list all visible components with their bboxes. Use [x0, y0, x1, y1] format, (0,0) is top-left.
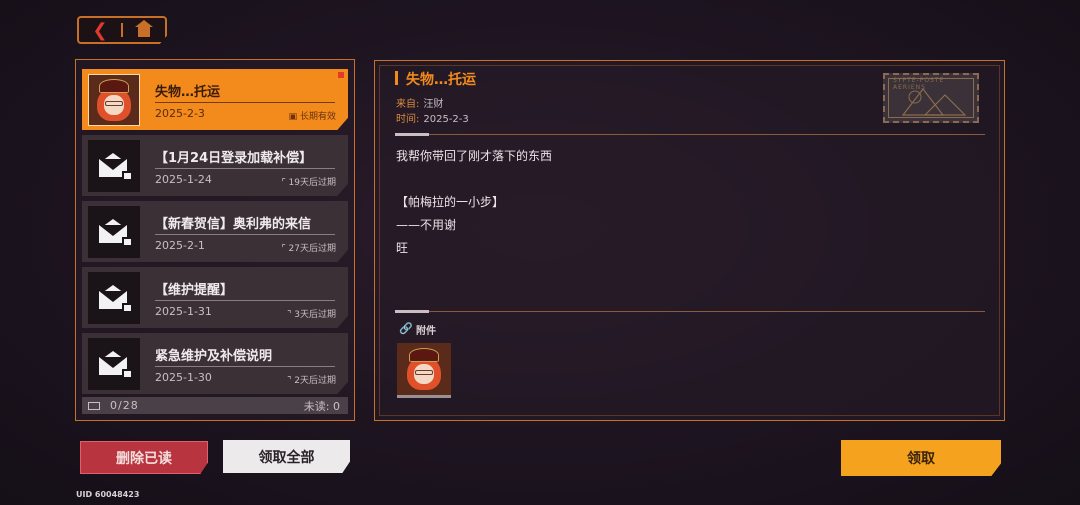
mail-item-0[interactable]: 失物…托运 2025-2-3 ▣ 长期有效	[82, 69, 348, 130]
envelope-gift-icon	[88, 338, 140, 390]
mail-item-3[interactable]: 【维护提醒】 2025-1-31 ⌝ 3天后过期	[82, 267, 348, 328]
back-button[interactable]: ❮	[79, 18, 121, 42]
mail-title: 【新春贺信】奥利弗的来信	[155, 213, 335, 235]
mail-list-panel: 失物…托运 2025-2-3 ▣ 长期有效 【1月24日登录加载补偿】 2025…	[75, 59, 355, 421]
detail-time: 时间: 2025-2-3	[396, 114, 469, 125]
character-avatar	[88, 74, 140, 126]
claim-all-button[interactable]: 领取全部	[223, 440, 350, 473]
mail-item-4[interactable]: 紧急维护及补偿说明 2025-1-30 ⌝ 2天后过期	[82, 333, 348, 394]
detail-from: 来自: 汪财	[396, 99, 444, 110]
mailbox-icon	[88, 401, 100, 410]
mail-date: 2025-2-3	[155, 107, 205, 120]
header-divider	[395, 134, 985, 135]
home-icon	[134, 20, 153, 37]
detail-title: 失物…托运	[406, 72, 476, 88]
mail-title: 紧急维护及补偿说明	[155, 345, 335, 367]
attachment-divider	[395, 311, 985, 312]
unread-indicator	[338, 72, 344, 78]
mail-date: 2025-1-30	[155, 371, 212, 384]
delete-read-button[interactable]: 删除已读	[80, 441, 208, 474]
mail-item-1[interactable]: 【1月24日登录加载补偿】 2025-1-24 ⌜ 19天后过期	[82, 135, 348, 196]
title-accent-bar	[395, 71, 398, 85]
mail-count: 0/28	[110, 399, 139, 412]
attachment-label: 附件	[416, 326, 436, 337]
claim-button[interactable]: 领取	[841, 440, 1001, 476]
postage-stamp: SYPTE-POSTE AERIENS	[883, 73, 979, 123]
back-arrow-icon: ❮	[92, 19, 108, 41]
character-avatar	[401, 346, 447, 392]
mail-expire: ⌜ 19天后过期	[281, 178, 336, 188]
top-nav: ❮	[77, 16, 167, 44]
mail-expire: ⌝ 2天后过期	[287, 376, 336, 386]
mail-list-footer: 0/28 未读: 0	[82, 397, 348, 414]
mail-title: 【维护提醒】	[155, 279, 335, 301]
envelope-gift-icon	[88, 272, 140, 324]
mail-body-text: 我帮你带回了刚才落下的东西 【帕梅拉的一小步】 ——不用谢 旺	[396, 149, 553, 255]
user-id: UID 60048423	[76, 490, 140, 499]
link-icon: 🔗	[399, 322, 413, 335]
attachment-item[interactable]	[397, 343, 451, 398]
envelope-gift-icon	[88, 206, 140, 258]
mail-date: 2025-2-1	[155, 239, 205, 252]
mail-title: 【1月24日登录加载补偿】	[155, 147, 335, 169]
mail-expire: ⌝ 3天后过期	[287, 310, 336, 320]
mail-date: 2025-1-24	[155, 173, 212, 186]
mail-expire: ⌜ 27天后过期	[281, 244, 336, 254]
mail-expire: ▣ 长期有效	[288, 112, 336, 122]
mail-detail-panel: 失物…托运 来自: 汪财 时间: 2025-2-3 SYPTE-POSTE AERI…	[374, 60, 1005, 421]
mail-title: 失物…托运	[155, 81, 335, 103]
home-button[interactable]	[123, 18, 165, 42]
mail-item-2[interactable]: 【新春贺信】奥利弗的来信 2025-2-1 ⌜ 27天后过期	[82, 201, 348, 262]
envelope-gift-icon	[88, 140, 140, 192]
unread-count: 未读: 0	[303, 399, 340, 413]
mail-date: 2025-1-31	[155, 305, 212, 318]
